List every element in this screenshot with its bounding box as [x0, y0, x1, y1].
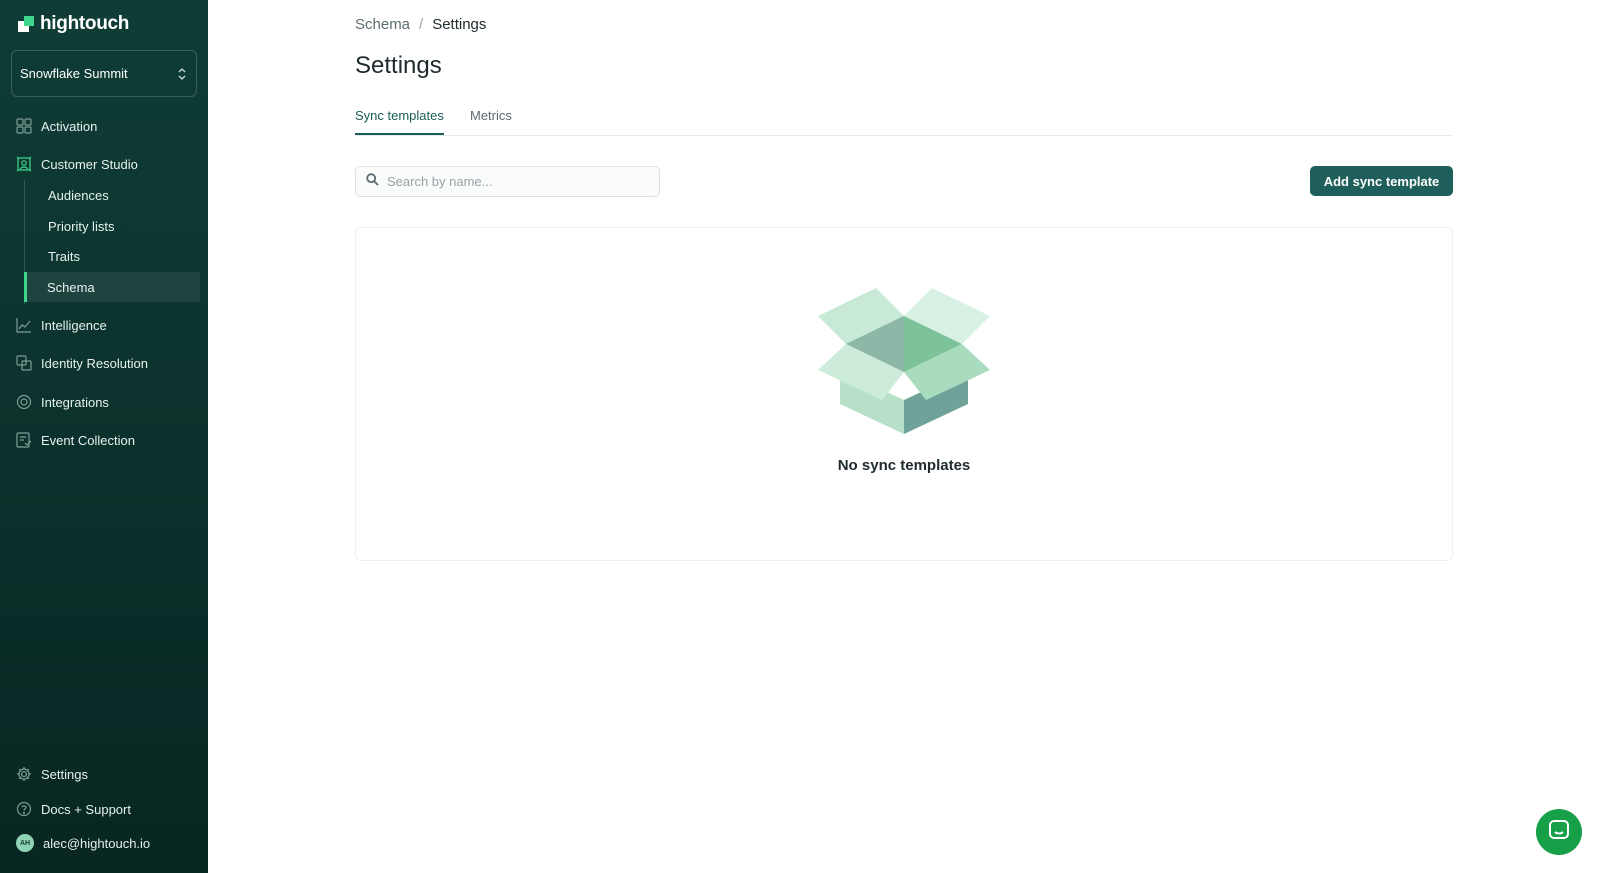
chevron-up-down-icon — [178, 67, 186, 80]
breadcrumb: Schema / Settings — [355, 16, 486, 33]
sidebar-item-label: Intelligence — [41, 317, 107, 333]
search-input[interactable] — [387, 174, 647, 189]
intelligence-icon — [16, 317, 32, 333]
sidebar-item-integrations[interactable]: Integrations — [16, 390, 109, 414]
sidebar-subitem-schema[interactable]: Schema — [24, 272, 200, 302]
sidebar-subitem-label: Audiences — [48, 187, 109, 203]
sidebar-subitem-traits[interactable]: Traits — [25, 241, 201, 271]
breadcrumb-current: Settings — [432, 16, 487, 33]
avatar: AH — [16, 834, 34, 852]
activation-icon — [16, 118, 32, 134]
sidebar-item-identity-resolution[interactable]: Identity Resolution — [16, 351, 148, 375]
sidebar-subitem-label: Schema — [47, 279, 95, 295]
page-title: Settings — [355, 52, 442, 79]
tab-sync-templates[interactable]: Sync templates — [355, 108, 444, 135]
search-box — [355, 166, 660, 197]
gear-icon — [16, 766, 32, 782]
customer-studio-icon — [16, 156, 32, 172]
help-circle-icon — [16, 801, 32, 817]
sidebar-item-intelligence[interactable]: Intelligence — [16, 313, 107, 337]
search-icon — [366, 172, 379, 191]
hightouch-logo[interactable]: hightouch — [18, 13, 129, 35]
sidebar-item-customer-studio[interactable]: Customer Studio — [16, 152, 138, 176]
empty-state-message: No sync templates — [837, 457, 971, 474]
sidebar-subitem-label: Priority lists — [48, 218, 115, 234]
tab-bar: Sync templates Metrics — [355, 100, 1453, 136]
sidebar-item-activation[interactable]: Activation — [16, 114, 97, 138]
chat-icon — [1548, 819, 1570, 846]
breadcrumb-separator: / — [419, 16, 424, 33]
sidebar-subitem-priority-lists[interactable]: Priority lists — [25, 211, 201, 241]
user-email: alec@hightouch.io — [43, 835, 151, 851]
add-sync-template-button[interactable]: Add sync template — [1310, 166, 1453, 196]
sidebar-item-label: Customer Studio — [41, 156, 138, 172]
event-collection-icon — [16, 432, 32, 448]
sidebar: hightouch Snowflake Summit Activation Cu… — [0, 0, 208, 873]
sidebar-item-docs-support[interactable]: Docs + Support — [16, 797, 131, 821]
tab-metrics[interactable]: Metrics — [470, 108, 512, 133]
sidebar-item-label: Integrations — [41, 394, 109, 410]
sidebar-item-label: Docs + Support — [41, 801, 131, 817]
breadcrumb-schema-link[interactable]: Schema — [355, 16, 410, 33]
workspace-name: Snowflake Summit — [20, 66, 128, 81]
logo-text: hightouch — [40, 13, 130, 34]
logo-mark-icon — [18, 16, 34, 32]
workspace-switcher[interactable]: Snowflake Summit — [11, 50, 197, 97]
sidebar-subitem-label: Traits — [48, 248, 81, 264]
identity-resolution-icon — [16, 355, 32, 371]
sidebar-user-menu[interactable]: AH alec@hightouch.io — [16, 831, 150, 855]
sidebar-subitem-audiences[interactable]: Audiences — [25, 180, 201, 210]
empty-state-card: No sync templates — [355, 227, 1453, 561]
integrations-icon — [16, 394, 32, 410]
chat-launcher-button[interactable] — [1536, 809, 1582, 855]
open-box-icon — [818, 288, 990, 439]
sidebar-item-event-collection[interactable]: Event Collection — [16, 428, 135, 452]
sidebar-item-settings[interactable]: Settings — [16, 762, 88, 786]
sidebar-item-label: Activation — [41, 118, 98, 134]
sidebar-item-label: Identity Resolution — [41, 355, 148, 371]
sidebar-item-label: Settings — [41, 766, 88, 782]
sidebar-item-label: Event Collection — [41, 432, 135, 448]
